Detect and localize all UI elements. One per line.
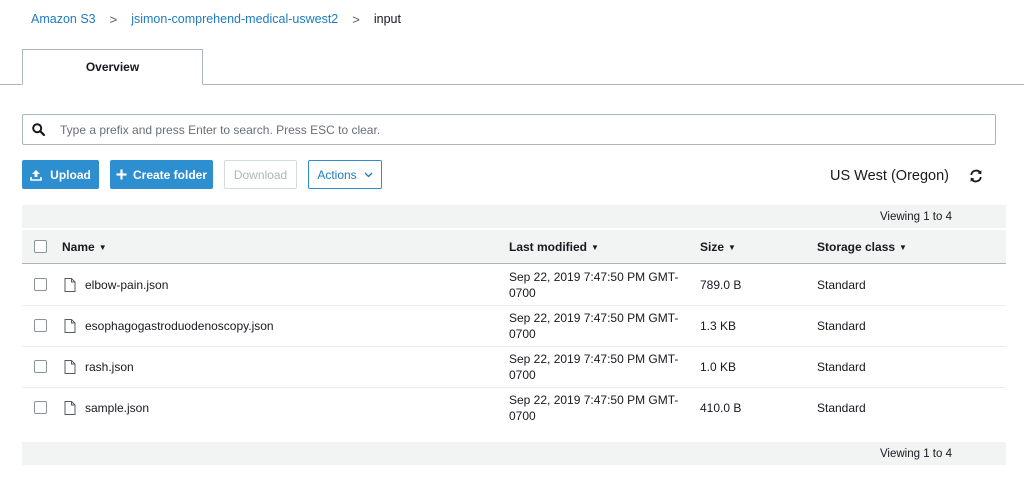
search-bar [22, 114, 996, 145]
sort-caret-icon: ▼ [591, 242, 599, 252]
breadcrumb-current-folder: input [373, 12, 401, 26]
storage-class-cell: Standard [817, 401, 866, 415]
column-header-size-label: Size [700, 240, 725, 254]
storage-class-cell: Standard [817, 319, 866, 333]
breadcrumb-separator: > [109, 11, 118, 27]
search-input[interactable] [53, 115, 995, 144]
file-icon [64, 319, 76, 333]
viewing-count-top: Viewing 1 to 4 [22, 205, 1006, 228]
column-header-last-modified[interactable]: Last modified ▼ [509, 230, 599, 264]
table-header: Name ▼ Last modified ▼ Size ▼ Storage class… [22, 230, 1006, 264]
last-modified-cell: Sep 22, 2019 7:47:50 PM GMT- 0700 [509, 347, 684, 387]
row-checkbox[interactable] [34, 278, 47, 291]
column-header-last-modified-label: Last modified [509, 240, 588, 254]
last-modified-line-2: 0700 [509, 286, 536, 300]
refresh-icon[interactable] [968, 168, 984, 184]
download-button-label: Download [233, 167, 288, 182]
column-header-storage-class[interactable]: Storage class ▼ [817, 230, 907, 264]
upload-icon [30, 169, 42, 181]
last-modified-line-2: 0700 [509, 409, 536, 423]
file-name-link[interactable]: elbow-pain.json [85, 265, 168, 305]
actions-dropdown-label: Actions [317, 167, 357, 182]
breadcrumb-separator: > [352, 11, 360, 27]
last-modified-line-2: 0700 [509, 327, 536, 341]
sort-caret-icon: ▼ [899, 242, 907, 252]
size-cell: 1.3 KB [700, 319, 737, 333]
file-icon [64, 278, 76, 292]
tab-overview[interactable]: Overview [22, 49, 203, 85]
column-header-size[interactable]: Size ▼ [700, 230, 736, 264]
table-row[interactable]: elbow-pain.json Sep 22, 2019 7:47:50 PM … [22, 265, 1006, 306]
size-cell: 1.0 KB [700, 360, 737, 374]
size-cell: 789.0 B [700, 278, 742, 292]
select-all-checkbox[interactable] [34, 240, 47, 253]
breadcrumb-bucket[interactable]: jsimon-comprehend-medical-uswest2 [131, 12, 338, 26]
search-icon [23, 115, 53, 144]
last-modified-line-1: Sep 22, 2019 7:47:50 PM GMT- [509, 270, 679, 284]
file-name-link[interactable]: rash.json [85, 347, 134, 387]
size-cell: 410.0 B [700, 401, 742, 415]
last-modified-line-1: Sep 22, 2019 7:47:50 PM GMT- [509, 352, 679, 366]
last-modified-line-1: Sep 22, 2019 7:47:50 PM GMT- [509, 311, 679, 325]
storage-class-cell: Standard [817, 360, 866, 374]
create-folder-button[interactable]: Create folder [110, 160, 213, 189]
file-name-link[interactable]: esophagogastroduodenoscopy.json [85, 306, 274, 346]
file-icon [64, 360, 76, 374]
breadcrumb: Amazon S3 > jsimon-comprehend-medical-us… [31, 11, 401, 27]
viewing-count-text: Viewing 1 to 4 [879, 447, 952, 460]
row-checkbox[interactable] [34, 360, 47, 373]
last-modified-cell: Sep 22, 2019 7:47:50 PM GMT- 0700 [509, 306, 684, 346]
region-label: US West (Oregon) [830, 168, 949, 184]
last-modified-line-1: Sep 22, 2019 7:47:50 PM GMT- [509, 393, 679, 407]
last-modified-line-2: 0700 [509, 368, 536, 382]
file-icon [64, 401, 76, 415]
table-row[interactable]: sample.json Sep 22, 2019 7:47:50 PM GMT-… [22, 388, 1006, 429]
plus-icon [116, 169, 127, 180]
storage-class-cell: Standard [817, 278, 866, 292]
row-checkbox[interactable] [34, 319, 47, 332]
upload-button[interactable]: Upload [22, 160, 99, 189]
column-header-name-label: Name [62, 240, 95, 254]
table-row[interactable]: rash.json Sep 22, 2019 7:47:50 PM GMT- 07… [22, 347, 1006, 388]
breadcrumb-amazon-s3[interactable]: Amazon S3 [31, 12, 96, 26]
sort-caret-icon: ▼ [98, 242, 107, 252]
column-header-storage-class-label: Storage class [817, 240, 896, 254]
column-header-name[interactable]: Name ▼ [62, 230, 107, 264]
actions-dropdown[interactable]: Actions [308, 160, 382, 189]
download-button[interactable]: Download [224, 160, 297, 189]
viewing-count-text: Viewing 1 to 4 [879, 210, 952, 223]
table-row[interactable]: esophagogastroduodenoscopy.json Sep 22, … [22, 306, 1006, 347]
last-modified-cell: Sep 22, 2019 7:47:50 PM GMT- 0700 [509, 388, 684, 428]
row-checkbox[interactable] [34, 401, 47, 414]
viewing-count-bottom: Viewing 1 to 4 [22, 442, 1006, 465]
chevron-down-icon [364, 172, 373, 178]
upload-button-label: Upload [50, 167, 91, 182]
create-folder-button-label: Create folder [132, 167, 208, 182]
last-modified-cell: Sep 22, 2019 7:47:50 PM GMT- 0700 [509, 265, 684, 305]
file-name-link[interactable]: sample.json [85, 388, 149, 428]
sort-caret-icon: ▼ [728, 242, 736, 252]
